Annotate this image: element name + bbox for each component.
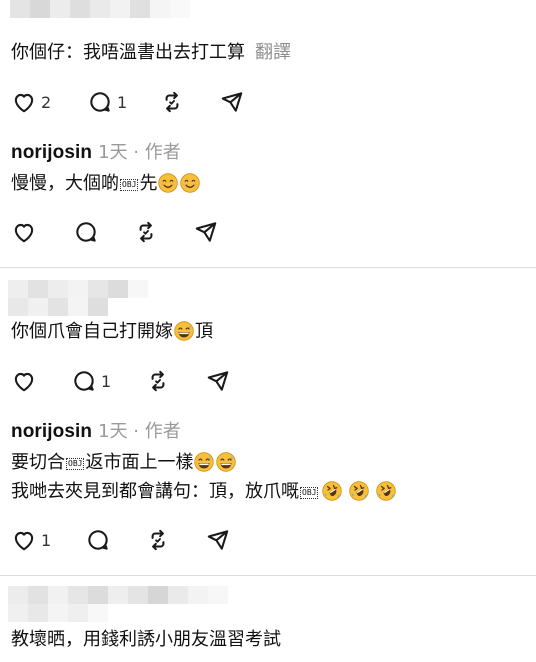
thread-divider <box>0 575 536 576</box>
send-icon <box>205 527 231 553</box>
like-button[interactable]: 1 <box>11 527 85 553</box>
comment-icon <box>73 219 99 245</box>
heart-icon <box>11 89 37 115</box>
like-count: 2 <box>41 92 52 112</box>
share-button[interactable] <box>193 219 219 245</box>
comment-meta: 1天 · 作者 <box>98 421 181 442</box>
grinning-sweat-emoji <box>216 452 236 472</box>
object-replacement-glyph: OBJ <box>66 458 85 470</box>
send-icon <box>219 89 245 115</box>
reply-button[interactable]: 1 <box>87 89 159 115</box>
share-button[interactable] <box>219 89 245 115</box>
author-username[interactable]: norijosin <box>11 421 92 442</box>
comment-text: 你個仔：我唔溫書出去打工算 翻譯 <box>11 42 291 63</box>
blurred-username <box>8 604 108 622</box>
reply-button[interactable] <box>73 219 133 245</box>
repost-button[interactable] <box>159 89 219 115</box>
rolling-laughing-emoji <box>376 481 396 501</box>
comment-actions <box>11 219 219 245</box>
repost-icon <box>133 219 159 245</box>
comment-text: 教壞晒，用錢利誘小朋友溫習考試 <box>11 629 281 650</box>
smiling-face-emoji <box>180 173 200 193</box>
comment-text: 你個爪會自己打開嫁頂 <box>11 321 213 342</box>
reply-button[interactable]: 1 <box>71 368 145 394</box>
share-button[interactable] <box>205 368 231 394</box>
object-replacement-glyph: OBJ <box>120 179 139 191</box>
translate-link[interactable]: 翻譯 <box>255 42 291 63</box>
comment-actions: 1 <box>11 368 231 394</box>
rolling-laughing-emoji <box>349 481 369 501</box>
comment-icon <box>85 527 111 553</box>
blurred-username <box>8 298 108 316</box>
smiling-face-emoji <box>158 173 178 193</box>
comment-header: norijosin 1天 · 作者 <box>11 140 181 165</box>
reply-count: 1 <box>117 92 128 112</box>
blurred-username <box>8 280 148 298</box>
repost-button[interactable] <box>145 368 205 394</box>
comment-actions: 2 1 <box>11 89 245 115</box>
comment-icon <box>87 89 113 115</box>
blurred-username <box>10 0 190 18</box>
like-button[interactable] <box>11 219 73 245</box>
comment-text-line: 要切合 OBJ 返市面上一樣 <box>11 451 237 475</box>
share-button[interactable] <box>205 527 231 553</box>
comment-icon <box>71 368 97 394</box>
comment-text-line: 我哋去夾見到都會講句：頂，放爪嘅 OBJ <box>11 480 397 504</box>
thread-divider <box>0 267 536 268</box>
blurred-username <box>8 586 228 604</box>
heart-icon <box>11 527 37 553</box>
grinning-sweat-emoji <box>174 321 194 341</box>
object-replacement-glyph: OBJ <box>300 487 319 499</box>
heart-icon <box>11 368 37 394</box>
author-username[interactable]: norijosin <box>11 142 92 163</box>
comment-actions: 1 <box>11 527 231 553</box>
send-icon <box>193 219 219 245</box>
repost-icon <box>145 527 171 553</box>
repost-icon <box>159 89 185 115</box>
grinning-sweat-emoji <box>194 452 214 472</box>
like-button[interactable] <box>11 368 71 394</box>
send-icon <box>205 368 231 394</box>
repost-icon <box>145 368 171 394</box>
like-count: 1 <box>41 530 52 550</box>
comment-text: 慢慢，大個啲 OBJ 先 <box>11 172 201 196</box>
rolling-laughing-emoji <box>322 481 342 501</box>
repost-button[interactable] <box>133 219 193 245</box>
reply-count: 1 <box>101 371 112 391</box>
comment-meta: 1天 · 作者 <box>98 142 181 163</box>
reply-button[interactable] <box>85 527 145 553</box>
repost-button[interactable] <box>145 527 205 553</box>
comment-header: norijosin 1天 · 作者 <box>11 419 181 444</box>
like-button[interactable]: 2 <box>11 89 91 115</box>
heart-icon <box>11 219 37 245</box>
